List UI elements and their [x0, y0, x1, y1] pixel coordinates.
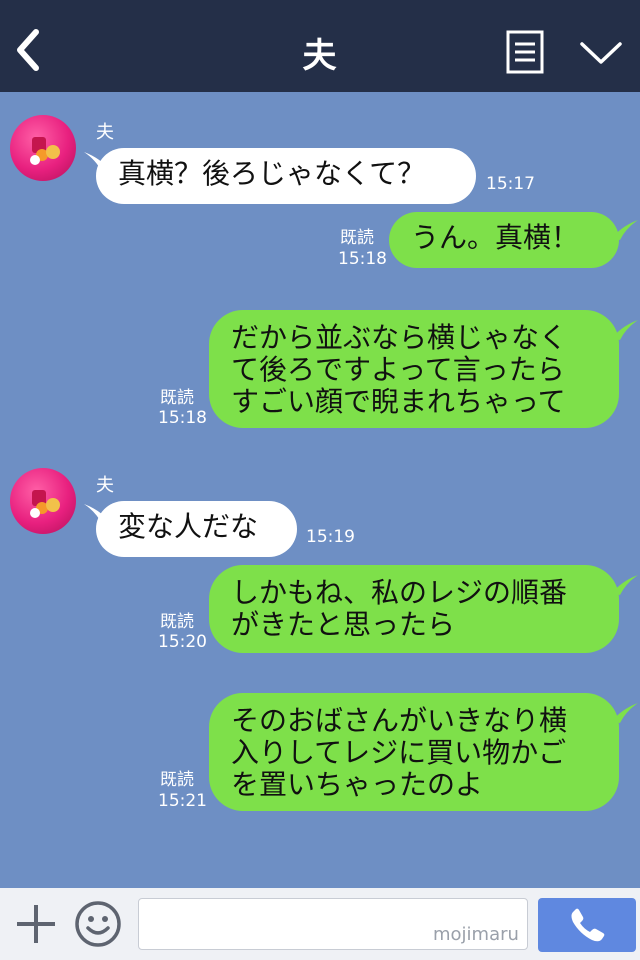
read-status: 既読: [160, 612, 194, 632]
chevron-down-icon: [580, 42, 622, 64]
read-status: 既読: [160, 388, 194, 408]
bubble-tail: [612, 320, 638, 340]
smiley-icon: [75, 901, 121, 947]
emoji-button[interactable]: [74, 900, 122, 948]
avatar[interactable]: [10, 468, 76, 534]
chat-title: 夫: [302, 36, 338, 76]
message-text: がきたと思ったら: [231, 608, 456, 641]
bubble-tail: [612, 575, 638, 595]
note-icon: [506, 30, 544, 74]
read-status: 既読: [340, 228, 374, 248]
message-bubble[interactable]: 真横？後ろじゃなくて？: [96, 148, 476, 204]
plus-icon: [17, 905, 55, 943]
message-text: そのおばさんがいきなり横: [231, 704, 568, 737]
bubble-tail: [612, 220, 638, 240]
sender-name: 夫: [96, 122, 114, 143]
bubble-tail: [612, 703, 638, 723]
message-time: 15:18: [158, 408, 207, 428]
message-bubble[interactable]: しかもね、私のレジの順番 がきたと思ったら: [209, 565, 619, 653]
note-button[interactable]: [506, 30, 544, 74]
chat-header: 夫: [0, 0, 640, 92]
message-bubble[interactable]: うん。真横！: [389, 212, 619, 268]
avatar[interactable]: [10, 115, 76, 181]
read-status: 既読: [160, 770, 194, 790]
message-bubble[interactable]: 変な人だな: [96, 501, 297, 557]
message-text: うん。真横！: [411, 221, 580, 254]
collapse-button[interactable]: [578, 36, 624, 70]
message-bubble[interactable]: だから並ぶなら横じゃなく て後ろですよって言ったら すごい顔で睨まれちゃって: [209, 310, 619, 428]
message-text: て後ろですよって言ったら: [231, 353, 565, 386]
message-text: すごい顔で睨まれちゃって: [231, 385, 566, 418]
chat-area[interactable]: 夫 真横？後ろじゃなくて？ 15:17 既読 15:18 うん。真横！ 既読 1…: [0, 92, 640, 888]
message-text: 真横？後ろじゃなくて？: [118, 157, 426, 190]
message-time: 15:18: [338, 249, 387, 269]
message-time: 15:17: [486, 174, 535, 194]
message-bubble[interactable]: そのおばさんがいきなり横 入りしてレジに買い物かご を置いちゃったのよ: [209, 693, 619, 811]
phone-icon: [571, 908, 605, 942]
message-time: 15:19: [306, 527, 355, 547]
message-time: 15:21: [158, 791, 207, 811]
message-text: しかもね、私のレジの順番: [231, 576, 568, 609]
message-text: を置いちゃったのよ: [231, 768, 484, 801]
input-bar: mojimaru: [0, 888, 640, 960]
message-text: 変な人だな: [118, 510, 259, 543]
message-text: だから並ぶなら横じゃなく: [231, 321, 568, 354]
message-text: 入りしてレジに買い物かご: [231, 736, 567, 769]
add-button[interactable]: [14, 902, 58, 946]
watermark-text: mojimaru: [433, 924, 519, 945]
call-button[interactable]: [538, 898, 636, 952]
message-time: 15:20: [158, 632, 207, 652]
sender-name: 夫: [96, 475, 114, 496]
